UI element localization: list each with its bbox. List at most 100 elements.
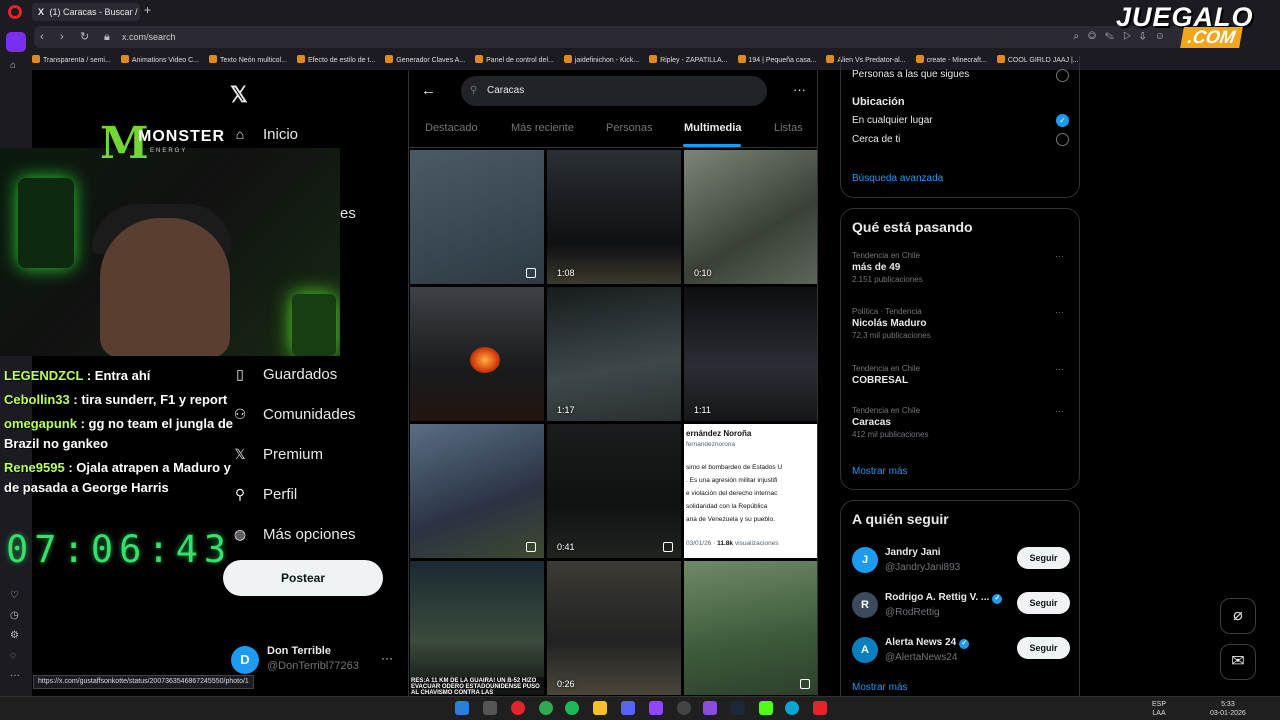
trend-more-icon[interactable]: ···	[1055, 364, 1064, 374]
back-arrow-icon[interactable]: ←	[421, 82, 436, 99]
nav-item-inicio[interactable]: ⌂ Inicio	[231, 122, 298, 146]
history-icon[interactable]: ◷	[10, 610, 22, 621]
new-tab-button[interactable]: +	[144, 4, 156, 16]
filter-near-you[interactable]: Cerca de ti	[852, 134, 900, 145]
folder-icon[interactable]	[593, 701, 607, 715]
forward-arrow-icon[interactable]: ›	[60, 26, 64, 48]
account-switcher[interactable]: D Don Terrible @DonTerribl77263 ···	[231, 643, 401, 679]
tab-destacado[interactable]: Destacado	[425, 122, 478, 134]
follow-button[interactable]: Seguir	[1017, 637, 1070, 659]
post-button[interactable]: Postear	[223, 560, 383, 596]
back-arrow-icon[interactable]: ‹	[40, 26, 44, 48]
trend-more-icon[interactable]: ···	[1055, 307, 1064, 317]
trend-context: Política · Tendencia	[852, 307, 922, 316]
bookmark-item[interactable]: Ripley - ZAPATILLA...	[649, 52, 728, 70]
bookmark-item[interactable]: Texto Neón multicol...	[209, 52, 287, 70]
recorder-icon[interactable]	[813, 701, 827, 715]
media-tile[interactable]: 1:11	[684, 287, 817, 421]
app-icon[interactable]	[703, 701, 717, 715]
opera-logo-icon[interactable]	[8, 5, 22, 19]
reload-icon[interactable]: ↻	[80, 26, 89, 48]
nav-item-más-opciones[interactable]: ◍ Más opciones	[231, 522, 356, 546]
follow-name-text: Jandry Jani	[885, 547, 941, 558]
trends-show-more[interactable]: Mostrar más	[852, 466, 908, 477]
grok-icon[interactable]: ⌀	[1220, 598, 1256, 634]
bookmark-item[interactable]: Efecto de estilo de t...	[296, 52, 375, 70]
clock-tray[interactable]: 5:33 03-01-2026	[1210, 700, 1246, 718]
bookmark-item[interactable]: 194 | Pequeña casa...	[737, 52, 816, 70]
trend-item[interactable]: Política · Tendencia Nicolás Maduro 72,3 m…	[852, 307, 1070, 351]
kick-icon[interactable]	[759, 701, 773, 715]
nav-item-premium[interactable]: 𝕏 Premium	[231, 442, 323, 466]
bookmark-item[interactable]: Animations Video C...	[120, 52, 199, 70]
follow-suggestion[interactable]: J Jandry Jani @JandryJani893 Seguir	[852, 545, 1074, 581]
media-tile[interactable]: RES:A 11 KM DE LA GUAIRA! UN B-52 HIZO E…	[410, 561, 544, 695]
xbox-icon[interactable]	[539, 701, 553, 715]
trend-item[interactable]: Tendencia en Chile más de 49 2.151 publica…	[852, 251, 1070, 295]
address-bar[interactable]: ‹ › ↻ 🔒︎ x.com/search ⌕◎✎▷⇩☺	[34, 26, 1184, 48]
tab-personas[interactable]: Personas	[606, 122, 652, 134]
more-icon[interactable]: ···	[10, 670, 22, 681]
opera-taskbar-icon[interactable]	[511, 701, 525, 715]
browser-tab[interactable]: X (1) Caracas - Buscar / X	[32, 3, 140, 21]
x-logo-icon[interactable]: 𝕏	[230, 82, 248, 108]
advanced-search-link[interactable]: Búsqueda avanzada	[852, 173, 943, 184]
bookmark-item[interactable]: Transparenta / semi...	[32, 52, 111, 70]
media-tile[interactable]	[410, 424, 544, 558]
twitch-icon[interactable]	[649, 701, 663, 715]
trend-more-icon[interactable]: ···	[1055, 406, 1064, 416]
pin-icon[interactable]: ⌂	[10, 60, 22, 71]
radio-people-you-follow[interactable]	[1056, 69, 1069, 82]
follow-show-more[interactable]: Mostrar más	[852, 682, 908, 693]
browser-icon[interactable]	[785, 701, 799, 715]
obs-icon[interactable]	[677, 701, 691, 715]
radio-anywhere-checked[interactable]: ✓	[1056, 114, 1069, 127]
media-tile[interactable]: 0:26	[547, 561, 681, 695]
settings-icon[interactable]: ⚙	[10, 630, 22, 641]
filter-anywhere[interactable]: En cualquier lugar	[852, 115, 933, 126]
nav-item-comunidades[interactable]: ⚇ Comunidades	[231, 402, 356, 426]
heart-icon[interactable]: ♡	[10, 590, 22, 601]
radio-near-you[interactable]	[1056, 133, 1069, 146]
media-tile[interactable]: 0:41	[547, 424, 681, 558]
lightbulb-icon[interactable]: ◌	[10, 650, 22, 661]
steam-icon[interactable]	[731, 701, 745, 715]
bookmark-item[interactable]: Panel de control del...	[475, 52, 554, 70]
url-text[interactable]: x.com/search	[122, 26, 176, 48]
search-icon: ⚲	[470, 85, 478, 96]
windows-start-icon[interactable]	[455, 701, 469, 715]
follow-button[interactable]: Seguir	[1017, 592, 1070, 614]
media-tile[interactable]: ernández Noroña fernandeznorona simo el bo…	[684, 424, 817, 558]
follow-name: Alerta News 24 ✓	[885, 637, 970, 649]
media-tile[interactable]: 1:17	[547, 287, 681, 421]
search-more-icon[interactable]: ···	[793, 82, 806, 97]
media-tile[interactable]: 1:08	[547, 150, 681, 284]
media-tile[interactable]: 0:10	[684, 150, 817, 284]
task-view-icon[interactable]	[483, 701, 497, 715]
language-indicator[interactable]: ESP LAA	[1152, 700, 1166, 718]
account-more-icon[interactable]: ···	[381, 651, 393, 665]
trend-item[interactable]: Tendencia en Chile COBRESAL ···	[852, 364, 1070, 408]
nav-item-es[interactable]: es	[340, 202, 356, 226]
nav-item-guardados[interactable]: ▯ Guardados	[231, 362, 337, 386]
follow-suggestion[interactable]: A Alerta News 24 ✓ @AlertaNews24 Seguir	[852, 635, 1074, 671]
trend-more-icon[interactable]: ···	[1055, 251, 1064, 261]
follow-suggestion[interactable]: R Rodrigo A. Rettig V. ... ✓ @RodRettig Segu…	[852, 590, 1074, 626]
tab-más-reciente[interactable]: Más reciente	[511, 122, 574, 134]
messages-icon[interactable]: ✉	[1220, 644, 1256, 680]
media-tile[interactable]	[410, 150, 544, 284]
bookmark-item[interactable]: Generador Claves A...	[385, 52, 465, 70]
search-input[interactable]: ⚲ Caracas	[461, 76, 767, 106]
nav-item-label: Comunidades	[263, 406, 356, 423]
media-tile[interactable]	[410, 287, 544, 421]
bookmark-item[interactable]: jaidefinichon - Kick...	[563, 52, 639, 70]
follow-button[interactable]: Seguir	[1017, 547, 1070, 569]
media-tile[interactable]	[684, 561, 817, 695]
filter-people-you-follow[interactable]: Personas a las que sigues	[852, 69, 969, 80]
tab-multimedia[interactable]: Multimedia	[684, 122, 741, 134]
trend-item[interactable]: Tendencia en Chile Caracas 412 mil publica…	[852, 406, 1070, 450]
home-icon[interactable]	[6, 32, 26, 52]
tab-listas[interactable]: Listas	[774, 122, 803, 134]
spotify-icon[interactable]	[565, 701, 579, 715]
discord-icon[interactable]	[621, 701, 635, 715]
